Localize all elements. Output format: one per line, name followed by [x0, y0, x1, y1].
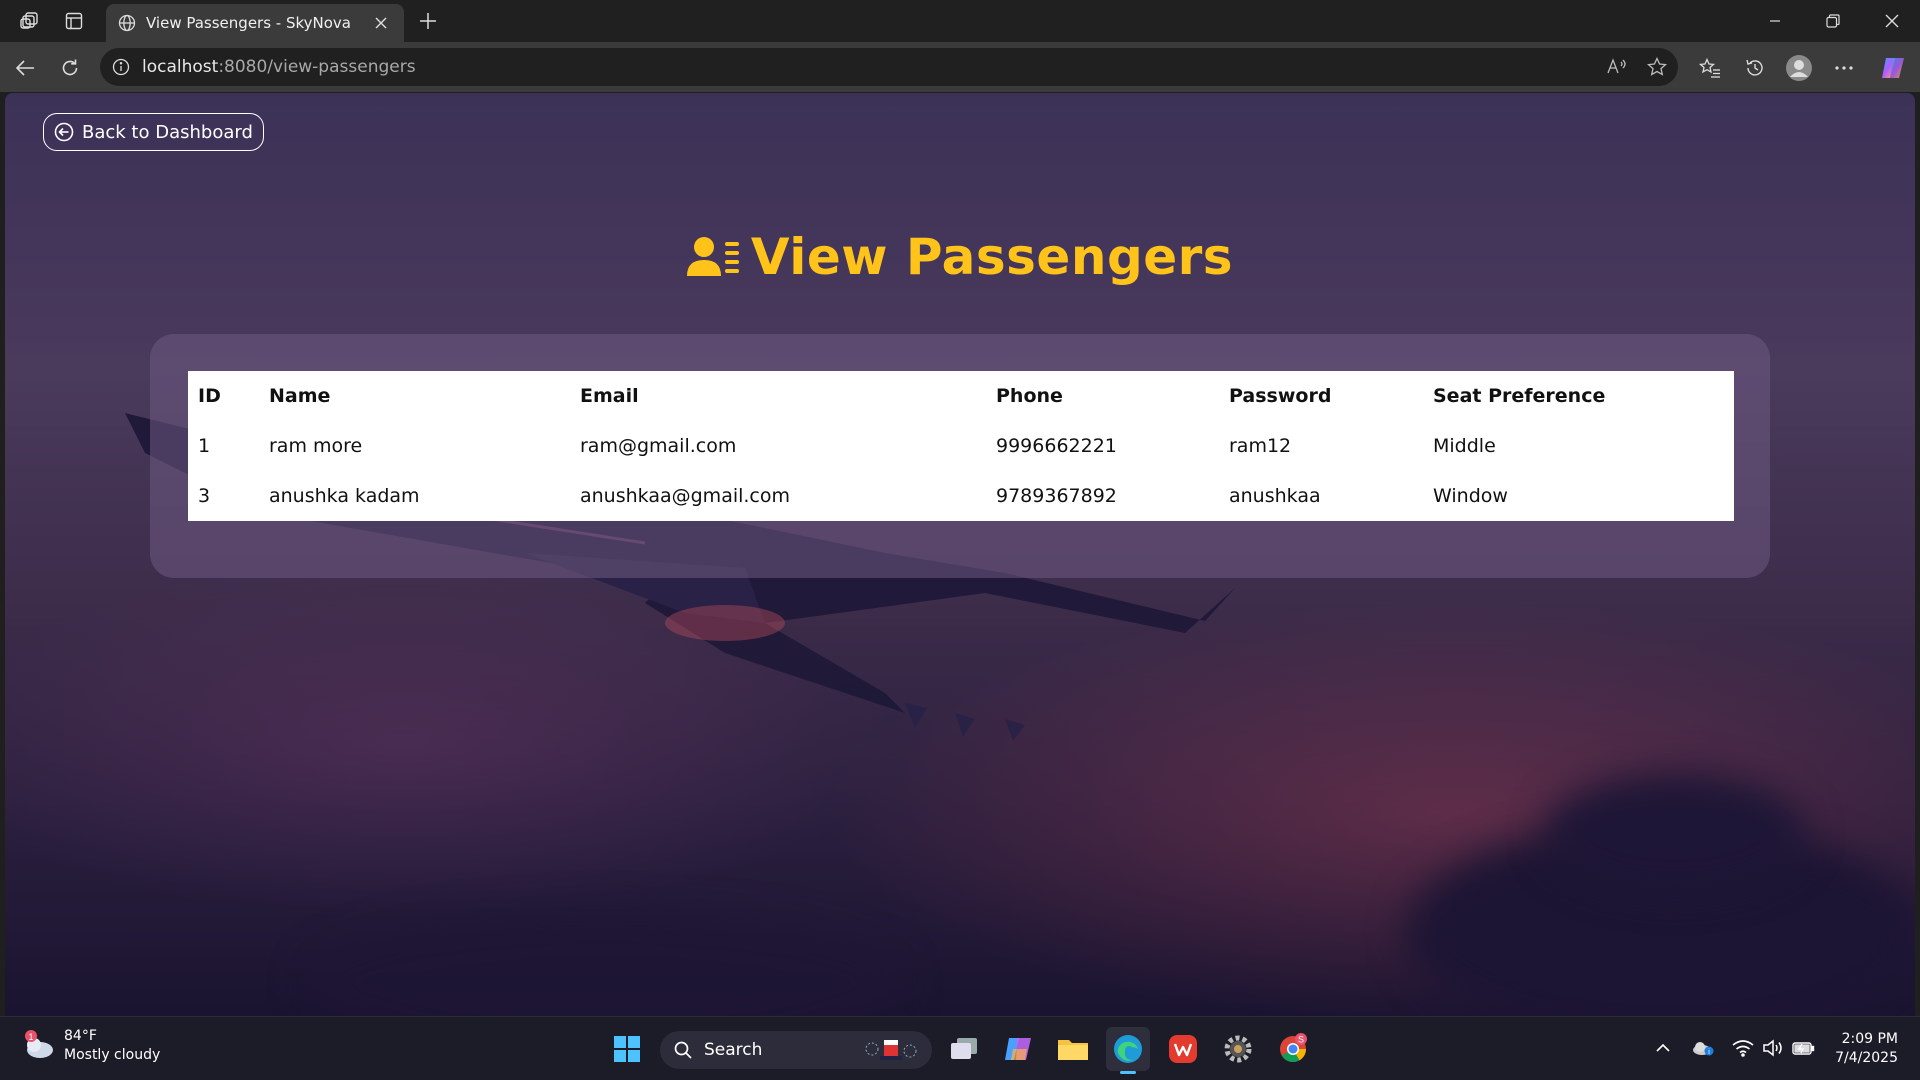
header-name: Name	[269, 385, 331, 407]
chrome-profile-badge: S	[1298, 1035, 1304, 1045]
cell-email: anushkaa@gmail.com	[580, 485, 791, 507]
header-seat-preference: Seat Preference	[1433, 385, 1606, 407]
onedrive-cloud-icon[interactable]: i	[1690, 1035, 1716, 1061]
arrow-left-circle-icon	[54, 122, 74, 142]
task-view-icon[interactable]	[942, 1027, 986, 1071]
header-phone: Phone	[996, 385, 1063, 407]
cell-password: ram12	[1229, 435, 1292, 457]
edge-browser-icon[interactable]	[1106, 1027, 1150, 1074]
vertical-tabs-icon[interactable]	[58, 6, 90, 36]
more-menu-icon[interactable]	[1827, 51, 1861, 85]
new-tab-icon[interactable]	[412, 6, 444, 36]
page-viewport: Back to Dashboard View Passengers ID Nam…	[5, 93, 1915, 1016]
cell-phone: 9789367892	[996, 485, 1117, 507]
wps-office-icon[interactable]	[1161, 1027, 1205, 1071]
windows-logo-icon	[614, 1036, 640, 1062]
favorites-icon[interactable]	[1693, 51, 1727, 85]
refresh-icon[interactable]	[53, 51, 87, 85]
tab-view-passengers[interactable]: View Passengers - SkyNova	[106, 4, 404, 42]
favorite-star-icon[interactable]	[1644, 55, 1670, 79]
read-aloud-icon[interactable]	[1604, 55, 1630, 79]
profile-avatar[interactable]	[1782, 51, 1816, 85]
workspaces-icon[interactable]	[14, 6, 46, 36]
chevron-up-icon[interactable]	[1650, 1035, 1676, 1061]
fireworks-hat-icon	[865, 1040, 917, 1060]
table-row: 3 anushka kadam anushkaa@gmail.com 97893…	[188, 471, 1734, 521]
page-heading: View Passengers	[5, 228, 1915, 286]
search-label: Search	[704, 1040, 763, 1060]
cell-seat-preference: Middle	[1433, 435, 1496, 457]
cell-name: ram more	[269, 435, 363, 457]
copilot-app-icon[interactable]	[996, 1027, 1040, 1071]
url-host: localhost	[142, 57, 219, 77]
settings-gear-icon[interactable]	[1216, 1027, 1260, 1071]
header-password: Password	[1229, 385, 1332, 407]
weather-desc: Mostly cloudy	[64, 1047, 161, 1063]
cloud-silhouette-top	[1545, 773, 1805, 893]
back-to-dashboard-button[interactable]: Back to Dashboard	[43, 113, 264, 151]
battery-icon[interactable]	[1790, 1035, 1816, 1061]
cloudy-weather-icon: 1	[25, 1030, 53, 1058]
header-email: Email	[580, 385, 639, 407]
page-title: View Passengers	[750, 228, 1234, 286]
header-id: ID	[198, 385, 221, 407]
clock-time: 2:09 PM	[1841, 1031, 1898, 1047]
file-explorer-icon[interactable]	[1051, 1027, 1095, 1071]
clock-date: 7/4/2025	[1835, 1050, 1898, 1066]
user-list-icon	[686, 237, 739, 276]
start-button[interactable]	[605, 1027, 649, 1071]
url-path: :8080/view-passengers	[218, 57, 416, 77]
table-header-row: ID Name Email Phone Password Seat Prefer…	[188, 371, 1734, 421]
close-tab-icon[interactable]	[370, 12, 392, 34]
minimize-icon[interactable]	[1747, 0, 1803, 42]
weather-widget[interactable]: 1 84°F Mostly cloudy	[20, 1027, 160, 1065]
history-icon[interactable]	[1738, 51, 1772, 85]
volume-icon[interactable]	[1760, 1035, 1786, 1061]
cell-id: 3	[198, 485, 211, 507]
cloud-silhouette-low	[305, 913, 905, 1016]
copilot-icon[interactable]	[1876, 51, 1910, 85]
windows-taskbar: 1 84°F Mostly cloudy Search S i 2:09 PM …	[0, 1016, 1920, 1080]
cell-seat-preference: Window	[1433, 485, 1508, 507]
tab-title: View Passengers - SkyNova	[146, 14, 351, 32]
chrome-browser-icon[interactable]: S	[1271, 1027, 1315, 1071]
close-window-icon[interactable]	[1864, 0, 1920, 42]
back-arrow-icon[interactable]	[8, 51, 42, 85]
taskbar-search[interactable]: Search	[660, 1031, 932, 1069]
cell-password: anushkaa	[1229, 485, 1321, 507]
cell-phone: 9996662221	[996, 435, 1117, 457]
cell-email: ram@gmail.com	[580, 435, 737, 457]
browser-tab-bar: View Passengers - SkyNova	[0, 0, 1920, 42]
address-bar[interactable]: localhost:8080/view-passengers	[100, 48, 1678, 86]
table-row: 1 ram more ram@gmail.com 9996662221 ram1…	[188, 421, 1734, 471]
restore-icon[interactable]	[1805, 0, 1861, 42]
cell-name: anushka kadam	[269, 485, 420, 507]
url-text: localhost:8080/view-passengers	[142, 57, 416, 77]
weather-temp: 84°F	[64, 1028, 97, 1044]
weather-badge: 1	[28, 1032, 33, 1042]
search-icon	[674, 1041, 692, 1059]
globe-icon	[118, 14, 136, 32]
back-to-dashboard-label: Back to Dashboard	[82, 121, 253, 143]
cell-id: 1	[198, 435, 211, 457]
info-icon[interactable]	[112, 58, 130, 76]
wifi-icon[interactable]	[1730, 1035, 1756, 1061]
browser-toolbar: localhost:8080/view-passengers	[0, 42, 1920, 92]
system-clock[interactable]: 2:09 PM 7/4/2025	[1835, 1030, 1898, 1068]
passengers-table: ID Name Email Phone Password Seat Prefer…	[188, 371, 1734, 521]
active-app-indicator	[1120, 1071, 1136, 1074]
